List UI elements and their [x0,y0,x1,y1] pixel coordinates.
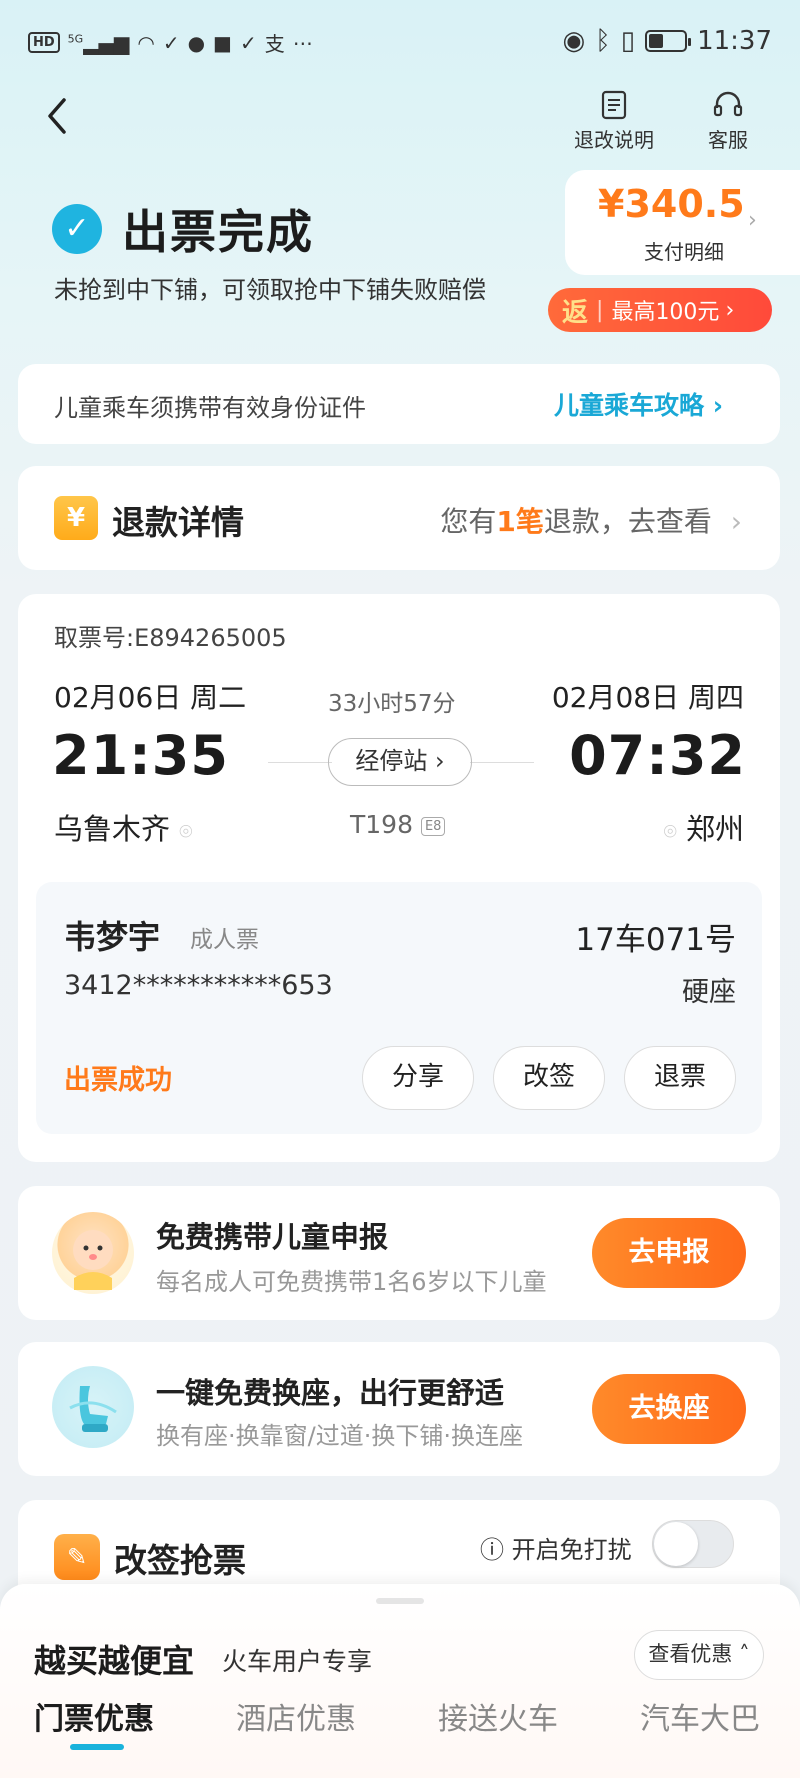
divider [268,762,332,763]
baby-icon [52,1212,134,1294]
stops-button[interactable]: 经停站 › [328,738,472,786]
departure-date: 02月06日 周二 [54,681,247,714]
promo-subtitle: 换有座·换靠窗/过道·换下铺·换连座 [156,1422,523,1450]
promo-subtitle: 每名成人可免费携带1名6岁以下儿童 [156,1268,547,1296]
total-price: ¥340.5 [598,182,745,226]
back-button[interactable] [44,96,84,144]
departure-station-name: 乌鲁木齐 [54,812,171,846]
pickup-number: 取票号:E894265005 [54,624,287,652]
change-seat-button[interactable]: 去换座 [592,1374,746,1444]
bluetooth-icon: ᛒ [595,26,611,56]
refund-policy-button[interactable]: 退改说明 [574,90,654,153]
chevron-right-icon: › [748,208,757,233]
status-icons-left: HD 5G▂▄▆ ◠ ✓ ● ■ ✓ 支 ⋯ [28,28,313,57]
refund-title: 退款详情 [112,503,244,542]
location-pin-icon: ⌾ [179,820,193,845]
passenger-name: 韦梦宇 [64,918,161,956]
arrival-time: 07:32 [569,724,746,787]
arrival-date: 02月08日 周四 [551,681,744,714]
refund-suffix: 退款，去查看 [543,505,712,538]
do-not-disturb-label: ⓘ 开启免打扰 [480,1536,632,1564]
child-notice-text: 儿童乘车须携带有效身份证件 [54,394,366,422]
headset-icon [712,90,744,124]
order-status-row: ✓ 出票完成 [52,196,314,262]
app-notification-icon: ✓ [162,30,180,55]
app-notification-icon: ✓ [239,30,257,55]
departure-station[interactable]: 乌鲁木齐 ⌾ [54,806,192,848]
signal-icon: 5G▂▄▆ [67,30,130,55]
document-icon [601,90,627,124]
hd-icon: HD [28,32,60,53]
train-type-icon: E8 [420,816,446,836]
promo-title: 免费携带儿童申报 [156,1220,389,1254]
payment-detail-label: 支付明细 [644,240,724,264]
chat-icon: ● [187,30,206,55]
status-icons-right: ◉ ᛒ ▯ 11:37 [562,26,772,56]
reschedule-title: 改签抢票 [114,1541,246,1580]
refund-prefix: 您有 [440,505,497,538]
arrival-station-name: 郑州 [685,812,744,846]
chevron-right-icon: › [730,505,742,538]
divider [470,762,534,763]
vibrate-icon: ▯ [620,26,636,56]
child-guide-link[interactable]: 儿童乘车攻略 › [554,386,723,422]
reschedule-button[interactable]: 改签 [493,1046,605,1110]
refund-count: 1笔 [496,505,544,538]
chevron-right-icon: › [725,297,735,323]
drag-handle[interactable] [376,1598,424,1604]
view-offers-button[interactable]: 查看优惠 ˄ [634,1630,764,1680]
refund-ticket-button[interactable]: 退票 [624,1046,736,1110]
seat-class: 硬座 [682,977,736,1008]
toggle-knob [654,1522,698,1566]
refund-link[interactable]: 您有1笔退款，去查看 › [440,500,742,540]
arrival-station[interactable]: ⌾ 郑州 [664,806,744,848]
id-number: 3412***********653 [64,970,333,1001]
share-button[interactable]: 分享 [362,1046,474,1110]
ticket-type: 成人票 [190,927,259,953]
sheet-subtitle: 火车用户专享 [222,1647,373,1676]
check-circle-icon: ✓ [52,204,102,254]
tab-train-transfer[interactable]: 接送火车 [438,1694,558,1738]
yen-icon: ¥ [54,496,98,540]
train-number[interactable]: T198 E8 [350,810,446,839]
page-title: 出票完成 [122,205,314,259]
customer-service-label: 客服 [708,128,748,152]
declare-button[interactable]: 去申报 [592,1218,746,1288]
more-icon: ⋯ [292,30,313,55]
tab-hotel-offers[interactable]: 酒店优惠 [236,1694,356,1738]
seat-icon [52,1366,134,1448]
chevron-left-icon [48,98,66,134]
rebate-text: 最高100元 [611,300,720,325]
rebate-tag: 返 [562,297,589,328]
edit-icon: ✎ [54,1534,100,1580]
alipay-icon: 支 [264,32,285,56]
departure-time: 21:35 [52,724,229,787]
ticket-status: 出票成功 [64,1065,172,1096]
wifi-icon: ◠ [137,30,155,55]
compensation-note: 未抢到中下铺，可领取抢中下铺失败赔偿 [54,276,486,304]
sheet-title: 越买越便宜 [34,1642,195,1680]
active-tab-indicator [70,1744,124,1750]
rebate-badge[interactable]: 返 | 最高100元 › [548,288,772,332]
tab-bus[interactable]: 汽车大巴 [640,1694,760,1738]
eye-icon: ◉ [562,26,586,56]
travel-duration: 33小时57分 [328,691,456,717]
location-pin-icon: ⌾ [663,820,677,845]
tab-ticket-offers[interactable]: 门票优惠 [34,1694,154,1738]
seat-number: 17车071号 [575,922,736,958]
refund-policy-label: 退改说明 [574,128,654,152]
divider: | [596,297,604,323]
battery-icon [645,30,692,52]
bag-icon: ■ [213,30,232,55]
train-number-text: T198 [350,810,413,839]
promo-title: 一键免费换座，出行更舒适 [156,1376,505,1410]
customer-service-button[interactable]: 客服 [708,90,748,153]
clock: 11:37 [697,26,772,56]
